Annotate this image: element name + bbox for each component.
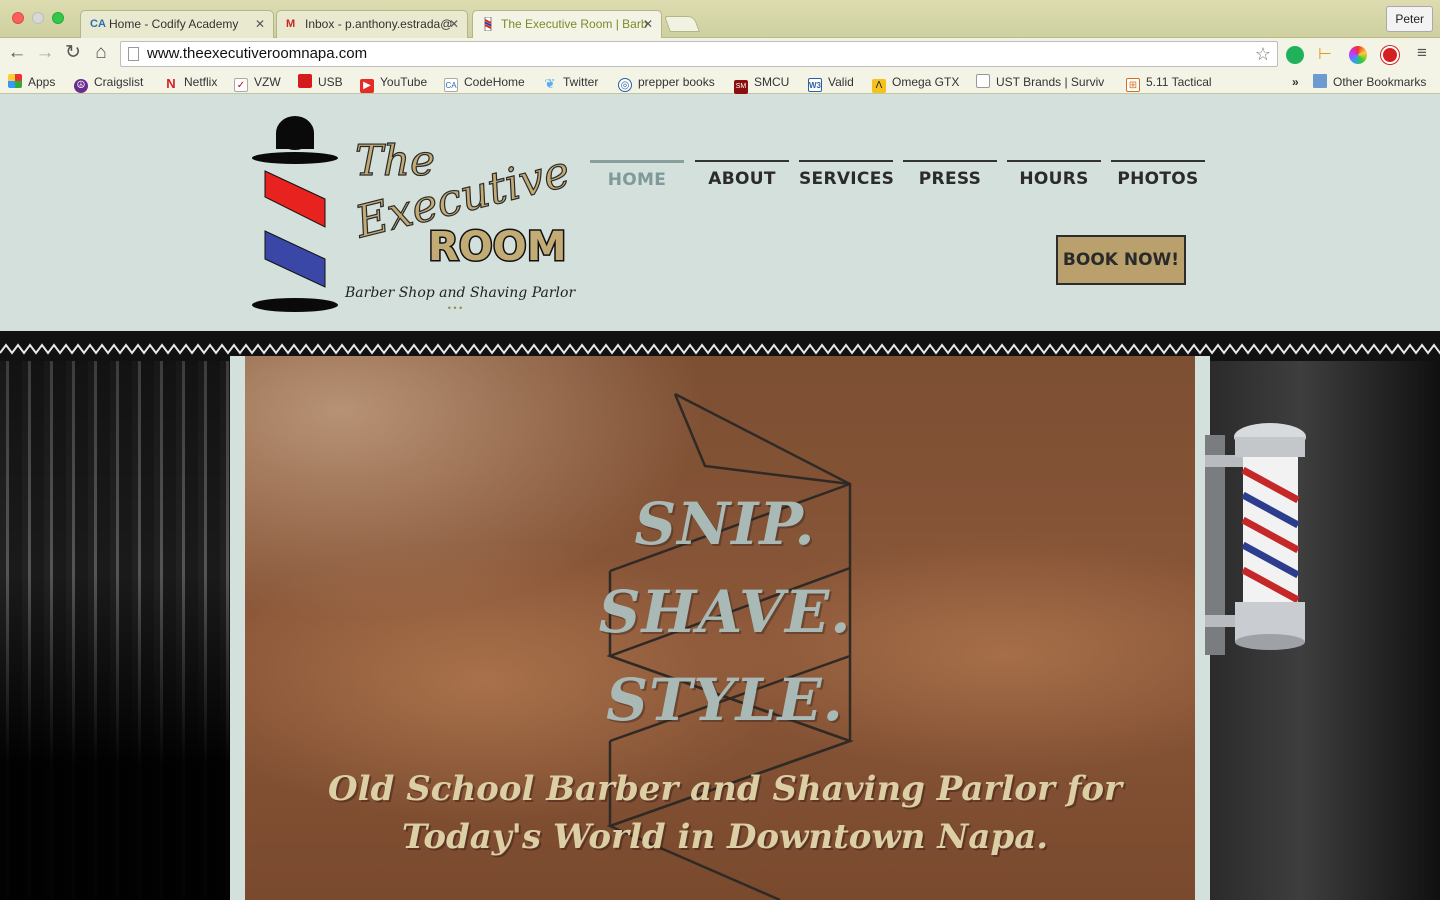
nav-services[interactable]: SERVICES (799, 160, 894, 189)
new-tab-button[interactable] (664, 16, 700, 32)
nav-about[interactable]: ABOUT (695, 160, 789, 189)
omega-icon: Λ (872, 79, 886, 93)
bookmark-label: Netflix (184, 75, 218, 89)
hero-tagline: Old School Barber and Shaving Parlor for… (328, 769, 1122, 857)
bookmark-label: Omega GTX (892, 75, 960, 89)
tab-label: Home - Codify Academy (109, 17, 239, 31)
bookmark-netflix[interactable]: N Netflix (164, 74, 217, 91)
nav-hours[interactable]: HOURS (1007, 160, 1101, 189)
tab-gmail-inbox[interactable]: M Inbox - p.anthony.estrada@ ✕ (276, 10, 468, 38)
bookmark-label: Other Bookmarks (1333, 75, 1427, 89)
site-header: The Executive ROOM Barber Shop and Shavi… (0, 95, 1440, 331)
close-window-button[interactable] (12, 12, 24, 24)
nav-photos[interactable]: PHOTOS (1111, 160, 1205, 189)
bookmark-label: UST Brands | Surviv (996, 75, 1105, 89)
logo-graphic: The Executive ROOM Barber Shop and Shavi… (252, 116, 576, 313)
close-tab-icon[interactable]: ✕ (255, 11, 265, 37)
bookmark-label: prepper books (638, 75, 715, 89)
browser-title-bar: CA Home - Codify Academy ✕ M Inbox - p.a… (0, 0, 1440, 38)
profile-button[interactable]: Peter (1386, 6, 1433, 32)
bookmark-label: 5.11 Tactical (1146, 75, 1212, 89)
bookmark-prepper-books[interactable]: ◎ prepper books (618, 74, 715, 92)
minimize-window-button[interactable] (32, 12, 44, 24)
reload-icon[interactable]: ↻ (62, 42, 84, 64)
bookmark-label: Twitter (563, 75, 599, 89)
bookmark-star-icon[interactable]: ☆ (1255, 42, 1271, 66)
bookmark-codehome[interactable]: CA CodeHome (444, 74, 525, 92)
close-tab-icon[interactable]: ✕ (643, 11, 653, 37)
bookmark-label: Valid (828, 75, 854, 89)
bookmark-ust-brands[interactable]: UST Brands | Surviv (976, 74, 1112, 90)
vzw-icon: ✓ (234, 78, 248, 92)
bookmark-usb[interactable]: USB (298, 74, 343, 90)
hero-snip: SNIP. (634, 490, 816, 558)
bookmark-511-tactical[interactable]: ⊞ 5.11 Tactical (1126, 74, 1212, 92)
bookmark-label: YouTube (380, 75, 428, 89)
bookmark-omega-gtx[interactable]: Λ Omega GTX (872, 74, 959, 93)
page-icon (976, 74, 990, 88)
smcu-icon: SM (734, 80, 748, 94)
youtube-icon: ▶ (360, 79, 374, 93)
hero-shave: SHAVE. (598, 578, 852, 646)
codify-icon: CA (444, 78, 458, 92)
netflix-icon: N (166, 76, 176, 91)
bookmark-twitter[interactable]: ❦ Twitter (543, 74, 599, 91)
bookmark-smcu[interactable]: SM SMCU (734, 74, 789, 94)
adblock-extension-icon[interactable] (1381, 46, 1399, 64)
bookmarks-bar: Apps ☮ Craigslist N Netflix ✓ VZW USB ▶ YouT… (0, 70, 1440, 94)
nav-press[interactable]: PRESS (903, 160, 997, 189)
logo-room: ROOM (428, 224, 567, 270)
tab-executive-room[interactable]: The Executive Room | Barb ✕ (472, 10, 662, 38)
bookmark-label: USB (318, 75, 343, 89)
url-text: www.theexecutiveroomnapa.com (147, 45, 368, 62)
folder-icon (1313, 74, 1327, 88)
bookmarks-overflow-button[interactable]: » (1292, 74, 1299, 90)
bookmark-label: CodeHome (464, 75, 525, 89)
gmail-icon: M (286, 18, 296, 30)
svg-text:• • •: • • • (448, 303, 462, 313)
zoom-window-button[interactable] (52, 12, 64, 24)
address-bar[interactable]: www.theexecutiveroomnapa.com ☆ (120, 41, 1278, 67)
menu-icon[interactable]: ≡ (1411, 42, 1433, 64)
tab-codify-academy[interactable]: CA Home - Codify Academy ✕ (80, 10, 274, 38)
hero-left-photo (0, 356, 232, 900)
forward-arrow-icon[interactable]: → (34, 42, 56, 64)
barber-pole-photo (1205, 415, 1325, 665)
bookmark-label: Craigslist (94, 75, 144, 89)
logo-subtitle: Barber Shop and Shaving Parlor (344, 285, 576, 301)
apps-grid-icon (8, 74, 22, 88)
globe-icon: ◎ (618, 78, 632, 92)
close-tab-icon[interactable]: ✕ (449, 11, 459, 37)
evernote-extension-icon[interactable] (1286, 46, 1304, 64)
tab-label: The Executive Room | Barb (501, 17, 648, 31)
usb-icon (298, 74, 312, 88)
w3c-icon: W3 (808, 78, 822, 92)
bookmark-vzw[interactable]: ✓ VZW (234, 74, 281, 92)
nav-home[interactable]: HOME (590, 160, 684, 190)
page-icon (128, 47, 139, 61)
bookmark-valid[interactable]: W3 Valid (808, 74, 854, 92)
book-now-button[interactable]: BOOK NOW! (1056, 235, 1186, 285)
codify-icon: CA (90, 18, 106, 30)
tactical-icon: ⊞ (1126, 78, 1140, 92)
other-bookmarks-folder[interactable]: Other Bookmarks (1313, 74, 1426, 90)
hero-style: STYLE. (606, 666, 844, 734)
barber-pole-icon (482, 16, 498, 32)
browser-toolbar: ← → ↻ ⌂ www.theexecutiveroomnapa.com ☆ ⊢… (0, 38, 1440, 70)
ruler-extension-icon[interactable]: ⊢ (1318, 46, 1336, 64)
bookmark-youtube[interactable]: ▶ YouTube (360, 74, 427, 93)
home-icon[interactable]: ⌂ (90, 42, 112, 64)
bookmark-apps[interactable]: Apps (8, 74, 55, 90)
bookmark-label: VZW (254, 75, 281, 89)
bookmark-label: SMCU (754, 75, 790, 89)
site-logo[interactable]: The Executive ROOM Barber Shop and Shavi… (250, 115, 590, 315)
logo-the: The (355, 136, 435, 185)
bookmark-label: Apps (28, 75, 56, 89)
color-picker-extension-icon[interactable] (1349, 46, 1367, 64)
bookmark-craigslist[interactable]: ☮ Craigslist (74, 74, 143, 93)
twitter-icon: ❦ (544, 76, 556, 91)
peace-icon: ☮ (74, 79, 88, 93)
tab-label: Inbox - p.anthony.estrada@ (305, 17, 453, 31)
back-arrow-icon[interactable]: ← (6, 42, 28, 64)
